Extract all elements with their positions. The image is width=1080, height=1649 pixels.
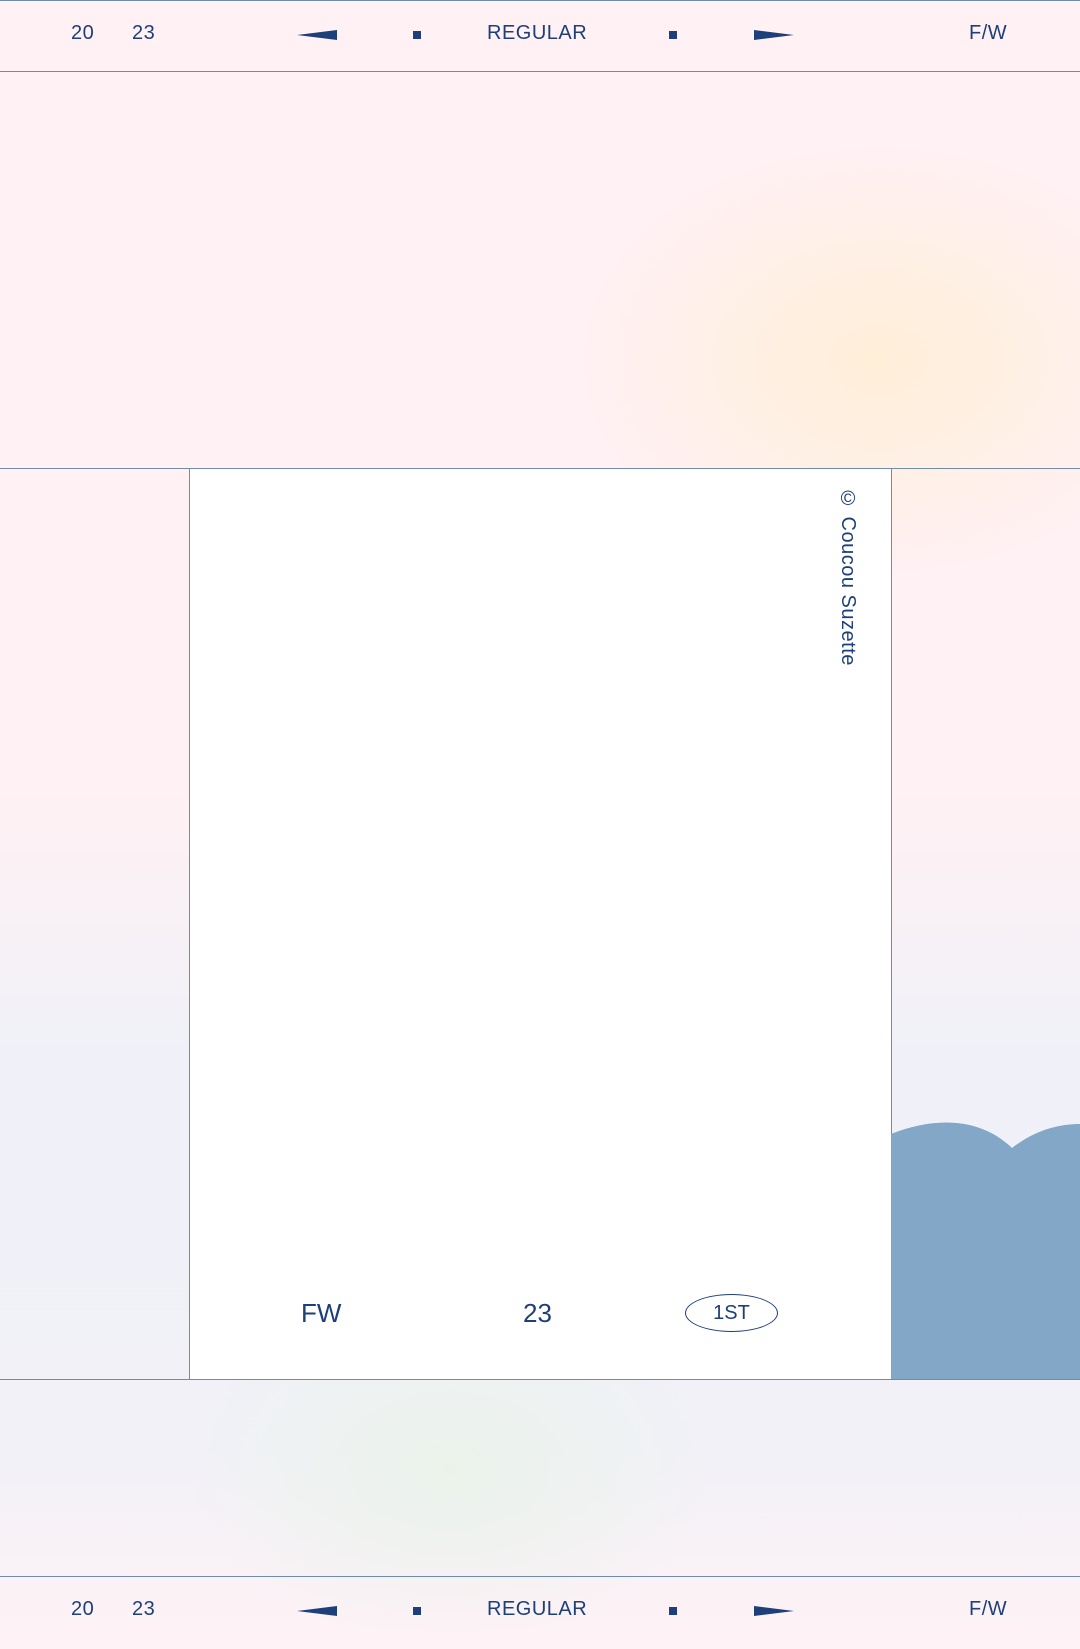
bottom-band: 20 23 REGULAR F/W [0, 1576, 1080, 1648]
right-arrow-icon [754, 1606, 794, 1616]
left-arrow-icon [297, 30, 337, 40]
season-label: F/W [969, 22, 1008, 44]
category-label: REGULAR [487, 22, 588, 44]
square-dot-icon [669, 31, 677, 39]
year-first-part: 20 [71, 22, 95, 44]
right-arrow-icon [754, 30, 794, 40]
left-arrow-icon [297, 1606, 337, 1616]
square-dot-icon [413, 1607, 421, 1615]
top-band: 20 23 REGULAR F/W [0, 0, 1080, 72]
cover-card [189, 469, 892, 1380]
square-dot-icon [413, 31, 421, 39]
edition-badge: 1ST [685, 1294, 778, 1332]
category-label: REGULAR [487, 1598, 588, 1620]
square-dot-icon [669, 1607, 677, 1615]
blue-hills-shape [891, 1122, 1080, 1380]
copyright-credit: © Coucou Suzette [837, 488, 859, 666]
lower-divider [0, 1379, 1080, 1380]
year-second-part: 23 [132, 1598, 156, 1620]
season-code: FW [301, 1298, 342, 1328]
year-code: 23 [523, 1298, 552, 1328]
year-first-part: 20 [71, 1598, 95, 1620]
season-label: F/W [969, 1598, 1008, 1620]
year-second-part: 23 [132, 22, 156, 44]
